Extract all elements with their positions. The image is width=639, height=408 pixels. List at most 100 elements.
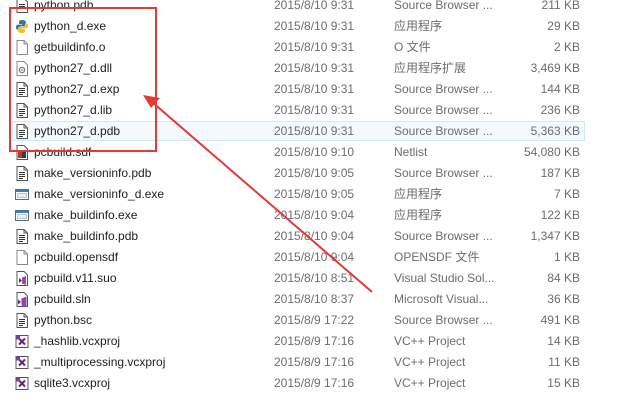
file-name: _hashlib.vcxproj (34, 334, 121, 348)
file-date-modified: 2015/8/10 9:31 (274, 40, 355, 54)
file-date-modified: 2015/8/10 9:05 (274, 166, 355, 180)
text-file-icon (15, 229, 29, 244)
file-size: 84 KB (547, 271, 580, 285)
exe-file-icon (15, 187, 29, 202)
file-date-modified: 2015/8/10 9:31 (274, 61, 355, 75)
file-row[interactable]: make_buildinfo.pdb 2015/8/10 9:04 Source B… (0, 226, 639, 247)
file-size: 5,363 KB (530, 124, 580, 138)
vcxproj-file-icon (15, 376, 29, 391)
vcxproj-file-icon (15, 334, 29, 349)
file-type: Source Browser ... (394, 229, 493, 243)
file-row[interactable]: make_buildinfo.exe 2015/8/10 9:04 应用程序 122 … (0, 205, 639, 226)
file-date-modified: 2015/8/10 9:31 (274, 19, 355, 33)
file-type: Source Browser ... (394, 124, 493, 138)
file-name: make_versioninfo.pdb (34, 166, 152, 180)
file-type: 应用程序 (394, 208, 443, 222)
suo-file-icon (15, 271, 29, 286)
file-type: VC++ Project (394, 355, 466, 369)
text-file-icon (15, 124, 29, 139)
file-row[interactable]: sqlite3.vcxproj 2015/8/9 17:16 VC++ Projec… (0, 373, 639, 394)
file-row[interactable]: python_d.exe 2015/8/10 9:31 应用程序 29 KB (0, 16, 639, 37)
file-size: 187 KB (540, 166, 580, 180)
file-type: Source Browser ... (394, 103, 493, 117)
file-row[interactable]: make_versioninfo_d.exe 2015/8/10 9:05 应用程序… (0, 184, 639, 205)
file-name: python.bsc (34, 313, 93, 327)
file-date-modified: 2015/8/9 17:16 (274, 334, 355, 348)
file-name: pcbuild.sln (34, 292, 91, 306)
file-size: 3,469 KB (530, 61, 580, 75)
file-date-modified: 2015/8/10 9:05 (274, 187, 355, 201)
file-type: 应用程序 (394, 19, 443, 33)
file-name: make_versioninfo_d.exe (34, 187, 165, 201)
file-type: O 文件 (394, 40, 431, 54)
file-name: python27_d.dll (34, 61, 113, 75)
dll-file-icon (15, 61, 29, 76)
file-row[interactable]: python.pdb 2015/8/10 9:31 Source Browser .… (0, 0, 639, 16)
file-type: 应用程序 (394, 187, 443, 201)
file-size: 29 KB (547, 19, 580, 33)
file-type: Visual Studio Sol... (394, 271, 495, 285)
file-date-modified: 2015/8/9 17:22 (274, 313, 355, 327)
file-name: make_buildinfo.pdb (34, 229, 139, 243)
file-type: VC++ Project (394, 334, 466, 348)
file-type: Source Browser ... (394, 82, 493, 96)
file-row[interactable]: pcbuild.sdf 2015/8/10 9:10 Netlist 54,080 K… (0, 142, 639, 163)
file-row[interactable]: pcbuild.opensdf 2015/8/10 9:04 OPENSDF 文件 1… (0, 247, 639, 268)
file-size: 15 KB (547, 376, 580, 390)
file-type: 应用程序扩展 (394, 61, 467, 75)
file-size: 236 KB (540, 103, 580, 117)
text-file-icon (15, 313, 29, 328)
file-row[interactable]: pcbuild.v11.suo 2015/8/10 8:51 Visual Stud… (0, 268, 639, 289)
file-type: Netlist (394, 145, 428, 159)
file-row[interactable]: pcbuild.sln 2015/8/10 8:37 Microsoft Visua… (0, 289, 639, 310)
file-row[interactable]: getbuildinfo.o 2015/8/10 9:31 O 文件 2 KB (0, 37, 639, 58)
pdb-file-icon (15, 0, 29, 13)
file-type: OPENSDF 文件 (394, 250, 480, 264)
file-date-modified: 2015/8/10 9:10 (274, 145, 355, 159)
vcxproj-file-icon (15, 355, 29, 370)
file-date-modified: 2015/8/10 9:04 (274, 229, 355, 243)
sln-file-icon (15, 292, 29, 307)
file-date-modified: 2015/8/9 17:16 (274, 376, 355, 390)
text-file-icon (15, 82, 29, 97)
file-date-modified: 2015/8/10 9:31 (274, 124, 355, 138)
file-size: 2 KB (553, 40, 580, 54)
file-name: pcbuild.v11.suo (34, 271, 117, 285)
file-name: getbuildinfo.o (34, 40, 106, 54)
file-size: 11 KB (548, 355, 580, 369)
file-type: Source Browser ... (394, 0, 493, 12)
file-name: python27_d.exp (34, 82, 120, 96)
python-exe-icon (15, 19, 29, 34)
file-size: 211 KB (541, 0, 580, 12)
exe-file-icon (15, 208, 29, 223)
file-row[interactable]: make_versioninfo.pdb 2015/8/10 9:05 Source… (0, 163, 639, 184)
file-name: sqlite3.vcxproj (34, 376, 111, 390)
file-row[interactable]: python27_d.lib 2015/8/10 9:31 Source Brows… (0, 100, 639, 121)
sdf-file-icon (15, 145, 29, 160)
file-row[interactable]: python27_d.exp 2015/8/10 9:31 Source Brows… (0, 79, 639, 100)
file-name: make_buildinfo.exe (34, 208, 138, 222)
file-name: pcbuild.sdf (34, 145, 92, 159)
file-row[interactable]: python27_d.pdb 2015/8/10 9:31 Source Brows… (0, 121, 639, 142)
blank-file-icon (15, 250, 29, 265)
file-type: Source Browser ... (394, 166, 493, 180)
file-size: 7 KB (553, 187, 580, 201)
file-size: 54,080 KB (523, 145, 580, 159)
file-size: 1,347 KB (530, 229, 580, 243)
file-size: 14 KB (547, 334, 580, 348)
blank-file-icon (15, 40, 29, 55)
file-row[interactable]: python27_d.dll 2015/8/10 9:31 应用程序扩展 3,469 … (0, 58, 639, 79)
file-date-modified: 2015/8/10 8:51 (274, 271, 355, 285)
file-size: 36 KB (547, 292, 580, 306)
file-row[interactable]: _hashlib.vcxproj 2015/8/9 17:16 VC++ Proje… (0, 331, 639, 352)
file-row[interactable]: python.bsc 2015/8/9 17:22 Source Browser .… (0, 310, 639, 331)
file-row[interactable]: _multiprocessing.vcxproj 2015/8/9 17:16 VC… (0, 352, 639, 373)
text-file-icon (15, 103, 29, 118)
file-name: python27_d.pdb (34, 124, 121, 138)
file-date-modified: 2015/8/9 17:16 (274, 355, 355, 369)
file-size: 1 KB (553, 250, 580, 264)
file-name: python27_d.lib (34, 103, 113, 117)
file-size: 144 KB (540, 82, 580, 96)
file-size: 491 KB (540, 313, 580, 327)
file-name: pcbuild.opensdf (34, 250, 119, 264)
